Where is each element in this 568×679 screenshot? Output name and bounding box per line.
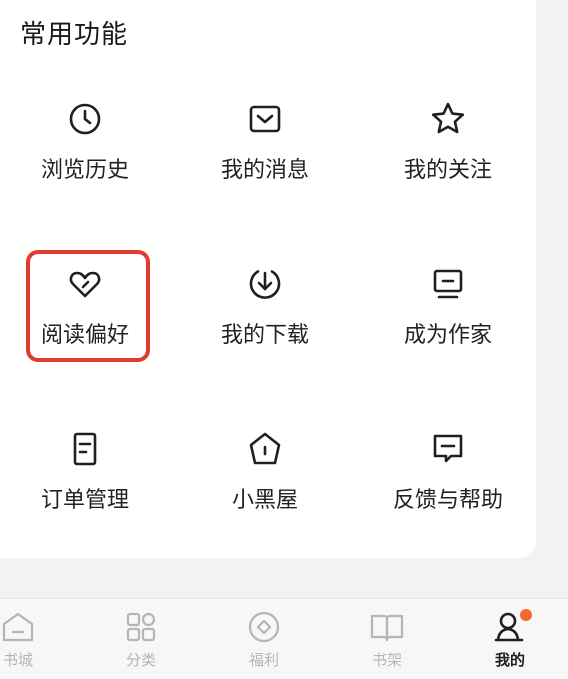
order-icon [66, 430, 104, 468]
tab-label: 书架 [371, 651, 402, 669]
tab-label: 分类 [125, 651, 156, 669]
home-icon [2, 612, 34, 642]
tab-bookshelf[interactable]: 书架 [347, 609, 427, 670]
feedback-icon [429, 430, 467, 468]
star-icon [429, 100, 467, 138]
function-label: 我的关注 [403, 158, 492, 183]
bottom-tab-bar: 书城 分类 福利 书架 我的 [0, 598, 568, 679]
grid-icon [126, 612, 156, 642]
function-my-messages[interactable]: 我的消息 [170, 84, 360, 249]
function-browse-history[interactable]: 浏览历史 [0, 84, 170, 249]
gift-icon [248, 611, 280, 643]
function-order-management[interactable]: 订单管理 [0, 414, 170, 579]
tab-category[interactable]: 分类 [101, 609, 181, 670]
book-icon [370, 614, 404, 642]
house-icon [246, 430, 284, 468]
download-icon [246, 265, 284, 303]
message-icon [246, 100, 284, 138]
clock-icon [66, 100, 104, 138]
function-label: 成为作家 [403, 323, 492, 348]
function-my-downloads[interactable]: 我的下载 [170, 249, 360, 414]
function-label: 订单管理 [40, 488, 129, 513]
function-label: 小黑屋 [231, 488, 298, 513]
function-label: 浏览历史 [40, 158, 129, 183]
monitor-icon [429, 265, 467, 303]
section-title: 常用功能 [20, 20, 129, 50]
function-grid: 浏览历史 我的消息 我的关注 阅读偏好 我的下载 成为作家 订单管理 小黑屋 反… [0, 84, 536, 579]
function-label: 我的消息 [220, 158, 309, 183]
function-label: 阅读偏好 [40, 323, 129, 348]
function-feedback-help[interactable]: 反馈与帮助 [360, 414, 536, 579]
function-reading-preference[interactable]: 阅读偏好 [0, 249, 170, 414]
function-label: 我的下载 [220, 323, 309, 348]
common-functions-card: 常用功能 浏览历史 我的消息 我的关注 阅读偏好 我的下载 成为作家 订单管理 … [0, 0, 536, 558]
tab-welfare[interactable]: 福利 [224, 609, 304, 670]
function-dark-room[interactable]: 小黑屋 [170, 414, 360, 579]
function-my-follows[interactable]: 我的关注 [360, 84, 536, 249]
tab-mine[interactable]: 我的 [470, 609, 550, 670]
notification-badge [520, 609, 532, 621]
tab-label: 福利 [248, 651, 279, 669]
tab-label: 我的 [494, 651, 525, 669]
heart-icon [66, 265, 104, 303]
tab-label: 书城 [2, 651, 33, 669]
function-label: 反馈与帮助 [392, 488, 503, 513]
function-become-writer[interactable]: 成为作家 [360, 249, 536, 414]
tab-bookstore[interactable]: 书城 [0, 609, 58, 670]
